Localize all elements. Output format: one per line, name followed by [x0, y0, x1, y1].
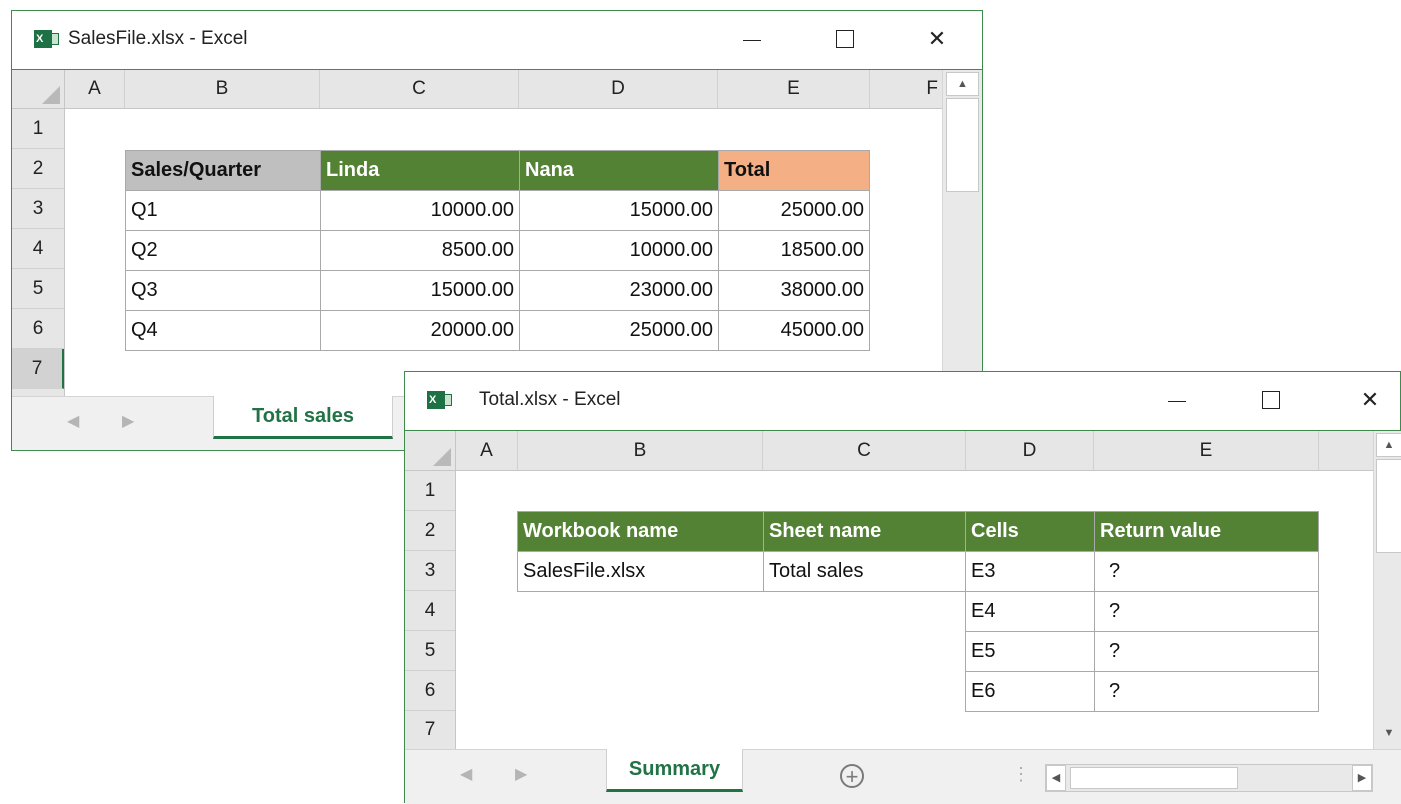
table-cell[interactable]: E4	[965, 591, 1095, 632]
table-cell[interactable]: ?	[1094, 631, 1319, 672]
add-sheet-icon[interactable]: +	[840, 764, 864, 788]
table-cell[interactable]: 20000.00	[320, 310, 520, 351]
column-header-e[interactable]: E	[718, 70, 870, 108]
column-header-b[interactable]: B	[125, 70, 320, 108]
row-header-5[interactable]: 5	[12, 269, 64, 309]
scroll-left-arrow-icon[interactable]: ◀	[1046, 765, 1066, 791]
scroll-down-arrow-icon[interactable]: ▼	[1376, 727, 1401, 747]
column-header-c[interactable]: C	[763, 431, 966, 470]
table-cell[interactable]: 8500.00	[320, 230, 520, 271]
row-header-2[interactable]: 2	[12, 149, 64, 189]
column-header-a[interactable]: A	[65, 70, 125, 108]
table-cell[interactable]: 45000.00	[718, 310, 870, 351]
horizontal-scrollbar[interactable]: ◀ ▶	[1045, 764, 1373, 792]
scrollbar-thumb[interactable]	[1376, 459, 1401, 553]
table-cell[interactable]: 18500.00	[718, 230, 870, 271]
row-header-6[interactable]: 6	[405, 671, 455, 711]
column-header-e[interactable]: E	[1094, 431, 1319, 470]
table-cell[interactable]: Q4	[125, 310, 321, 351]
title-bar: X Total.xlsx - Excel ✕	[405, 372, 1400, 431]
table-header-cell[interactable]: Cells	[965, 511, 1095, 552]
row-headers: 1 2 3 4 5 6 7	[405, 471, 456, 749]
scroll-up-arrow-icon[interactable]: ▲	[1376, 433, 1401, 457]
table-cell[interactable]: 10000.00	[320, 190, 520, 231]
table-cell[interactable]: 25000.00	[519, 310, 719, 351]
table-cell[interactable]: ?	[1094, 671, 1319, 712]
row-header-4[interactable]: 4	[12, 229, 64, 269]
table-header-cell[interactable]: Return value	[1094, 511, 1319, 552]
table-header-cell[interactable]: Linda	[320, 150, 520, 191]
sheet-tab-bar: ◀ ▶ Summary + ⋮ ◀ ▶	[405, 749, 1401, 804]
row-header-3[interactable]: 3	[405, 551, 455, 591]
row-header-3[interactable]: 3	[12, 189, 64, 229]
sheet-tab-total-sales[interactable]: Total sales	[213, 396, 393, 439]
table-cell[interactable]: Q3	[125, 270, 321, 311]
row-header-5[interactable]: 5	[405, 631, 455, 671]
tab-prev-arrow-icon[interactable]: ◀	[460, 764, 472, 784]
excel-logo-icon: X	[427, 391, 452, 409]
row-header-2[interactable]: 2	[405, 511, 455, 551]
table-cell[interactable]: 38000.00	[718, 270, 870, 311]
tab-prev-arrow-icon[interactable]: ◀	[67, 411, 79, 431]
table-header-cell[interactable]: Workbook name	[517, 511, 764, 552]
row-headers: 1 2 3 4 5 6 7	[12, 109, 65, 397]
column-header-d[interactable]: D	[966, 431, 1094, 470]
row-header-7[interactable]: 7	[405, 711, 455, 749]
close-button[interactable]: ✕	[1350, 382, 1390, 418]
table-header-cell[interactable]: Sales/Quarter	[125, 150, 321, 191]
title-bar: X SalesFile.xlsx - Excel ✕	[12, 11, 982, 70]
table-cell[interactable]: E5	[965, 631, 1095, 672]
table-header-cell[interactable]: Nana	[519, 150, 719, 191]
vertical-scrollbar[interactable]: ▲	[942, 70, 982, 397]
select-all-corner[interactable]	[405, 431, 456, 471]
close-button[interactable]: ✕	[917, 21, 957, 57]
tab-next-arrow-icon[interactable]: ▶	[122, 411, 134, 431]
maximize-button[interactable]	[1250, 382, 1290, 418]
sheet-tab-summary[interactable]: Summary	[606, 749, 743, 792]
minimize-button[interactable]	[1157, 382, 1197, 418]
table-cell[interactable]: E6	[965, 671, 1095, 712]
table-cell[interactable]: ?	[1094, 551, 1319, 592]
minimize-button[interactable]	[732, 21, 772, 57]
table-cell[interactable]: Total sales	[763, 551, 966, 592]
window-title: Total.xlsx - Excel	[479, 389, 621, 410]
row-header-6[interactable]: 6	[12, 309, 64, 349]
table-header-cell[interactable]: Total	[718, 150, 870, 191]
column-header-d[interactable]: D	[519, 70, 718, 108]
table-header-cell[interactable]: Sheet name	[763, 511, 966, 552]
column-header-a[interactable]: A	[456, 431, 518, 470]
tab-splitter-icon[interactable]: ⋮	[1012, 764, 1030, 785]
maximize-button[interactable]	[824, 21, 864, 57]
excel-window-total: X Total.xlsx - Excel ✕ A B C D E 1 2 3 4…	[404, 371, 1401, 804]
column-headers: A B C D E F	[65, 70, 942, 109]
select-all-corner[interactable]	[12, 70, 65, 109]
scroll-up-arrow-icon[interactable]: ▲	[946, 72, 979, 96]
row-header-7[interactable]: 7	[12, 349, 64, 389]
window-title: SalesFile.xlsx - Excel	[68, 28, 248, 49]
table-cell[interactable]: 23000.00	[519, 270, 719, 311]
scrollbar-thumb[interactable]	[946, 98, 979, 192]
vertical-scrollbar[interactable]: ▲ ▼	[1373, 431, 1401, 749]
table-cell[interactable]: 15000.00	[320, 270, 520, 311]
row-header-4[interactable]: 4	[405, 591, 455, 631]
table-cell[interactable]: SalesFile.xlsx	[517, 551, 764, 592]
column-header-c[interactable]: C	[320, 70, 519, 108]
excel-logo-icon: X	[34, 30, 59, 48]
column-header-f[interactable]: F	[870, 70, 942, 108]
table-cell[interactable]: E3	[965, 551, 1095, 592]
column-header-b[interactable]: B	[518, 431, 763, 470]
row-header-1[interactable]: 1	[405, 471, 455, 511]
column-headers: A B C D E	[456, 431, 1373, 471]
table-cell[interactable]: 15000.00	[519, 190, 719, 231]
scroll-right-arrow-icon[interactable]: ▶	[1352, 765, 1372, 791]
table-cell[interactable]: 10000.00	[519, 230, 719, 271]
horizontal-scrollbar-thumb[interactable]	[1070, 767, 1238, 789]
table-cell[interactable]: Q2	[125, 230, 321, 271]
table-cell[interactable]: ?	[1094, 591, 1319, 632]
tab-next-arrow-icon[interactable]: ▶	[515, 764, 527, 784]
table-cell[interactable]: 25000.00	[718, 190, 870, 231]
row-header-1[interactable]: 1	[12, 109, 64, 149]
table-cell[interactable]: Q1	[125, 190, 321, 231]
